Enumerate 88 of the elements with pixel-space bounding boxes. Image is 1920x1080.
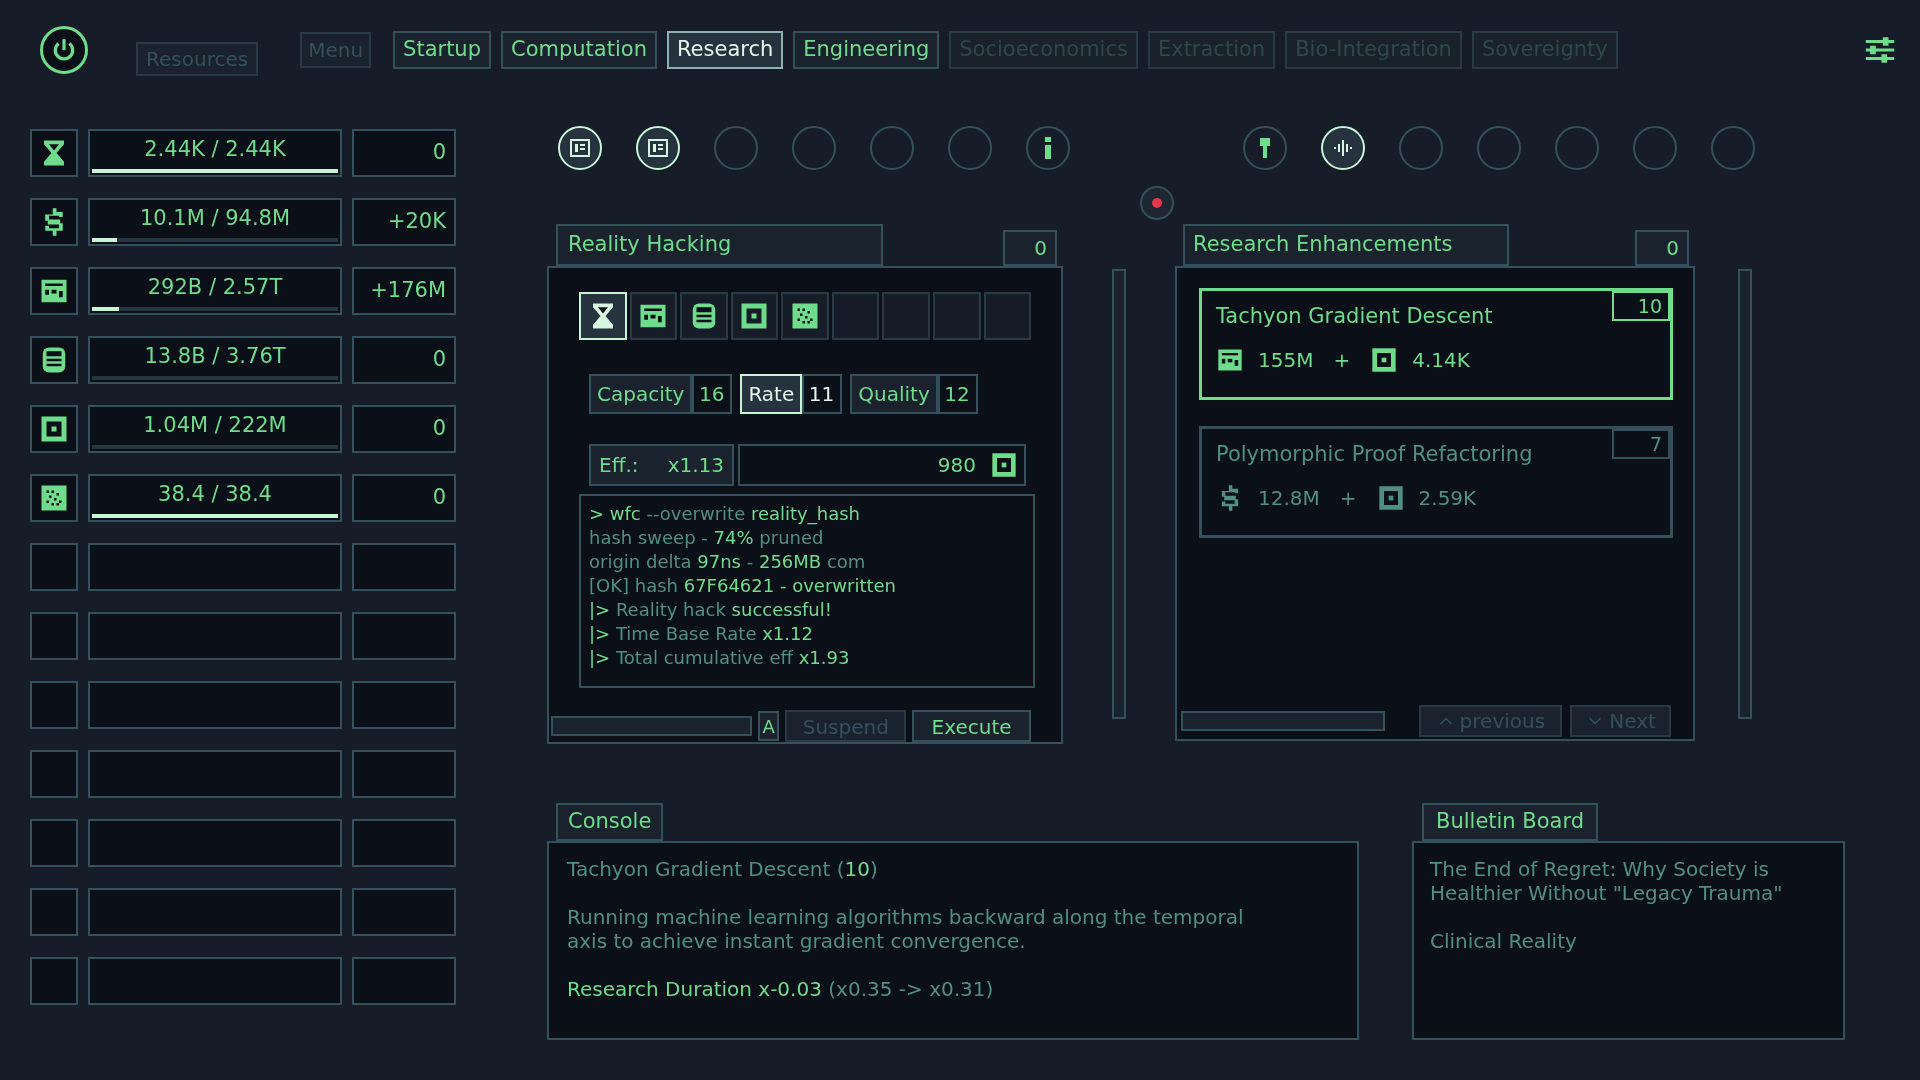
icon-tile [30,819,78,867]
stat-value: 11 [802,374,843,414]
amount-value: 980 [937,452,976,479]
research-node[interactable] [792,126,836,170]
stat-value: 12 [937,374,978,414]
research-node[interactable] [1243,126,1287,170]
resource-amount: 292B / 2.57T [146,274,284,302]
stat-tab[interactable]: Quality [850,374,938,414]
panel-title: Reality Hacking [556,224,883,266]
nav-tab[interactable]: Startup [393,31,491,69]
resource-slot[interactable] [781,292,829,340]
stat-tab[interactable]: Capacity [589,374,693,414]
log-line: |> Total cumulative eff x1.93 [589,646,851,670]
settings-sliders-icon [1863,35,1897,65]
resource-amount: 38.4 / 38.4 [157,481,273,509]
cost-amount: 2.59K [1418,484,1477,512]
log-line: [OK] hash 67F64621 - overwritten [589,574,897,598]
resource-amount: 2.44K / 2.44K [143,136,287,164]
resource-slot[interactable] [629,292,678,340]
research-node[interactable] [1555,126,1599,170]
cost-amount: 155M [1258,346,1314,374]
plus-sign: + [1339,484,1357,512]
level-badge: 7 [1612,429,1670,459]
research-node[interactable] [1633,126,1677,170]
rate-value: +20K [387,208,446,236]
rate-value: 0 [432,346,446,374]
research-card[interactable]: Tachyon Gradient Descent 10 155M + 4.14K [1199,288,1673,400]
console-effect: Research Duration x-0.03 (x0.35 -> x0.31) [567,977,995,1001]
research-node[interactable] [948,126,992,170]
panel-title: Bulletin Board [1422,803,1599,841]
research-node[interactable] [1477,126,1521,170]
research-card[interactable]: Polymorphic Proof Refactoring 7 12.8M + 2.59K [1199,426,1673,538]
efficiency-value: x1.13 [667,452,724,479]
nav-tab[interactable]: Research [666,31,784,69]
rate-value: 0 [432,139,446,167]
stat-value: 16 [692,374,733,414]
auto-button[interactable]: A [758,711,780,741]
cost-amount: 12.8M [1258,484,1320,512]
log-line: hash sweep - 74% pruned [589,526,825,550]
grid-icon [646,136,670,160]
panel-title: Research Enhancements [1183,224,1509,266]
dotted-grid-icon [39,483,69,513]
dotted-grid-icon [790,301,821,331]
rate-value: +176M [370,277,446,305]
icon-tile [30,888,78,936]
icon-tile [30,543,78,591]
icon-tile [30,750,78,798]
info-icon [1045,137,1051,159]
resource-slot[interactable] [730,292,779,340]
grid-icon [568,136,592,160]
resource-amount: 10.1M / 94.8M [138,205,292,233]
console-heading: Tachyon Gradient Descent (10) [567,857,879,881]
pin-icon [1260,138,1270,158]
resource-amount: 13.8B / 3.76T [143,343,287,371]
power-button[interactable] [40,26,88,74]
count-box: 0 [1635,230,1689,266]
cost-amount: 4.14K [1412,346,1470,374]
research-name: Tachyon Gradient Descent [1216,303,1493,330]
power-icon [51,37,77,63]
research-node[interactable] [870,126,914,170]
execute-button[interactable]: Execute [912,710,1031,742]
efficiency-label: Eff.: [599,452,639,479]
resource-slot[interactable] [680,292,728,340]
icon-tile [30,612,78,660]
bulletin-headline: The End of Regret: Why Society is Healthier Without "Legacy Trauma" [1430,857,1784,905]
nav-tab[interactable]: Engineering [793,31,940,69]
level-badge: 10 [1612,291,1670,321]
resource-amount: 1.04M / 222M [142,412,288,440]
icon-tile [30,957,78,1005]
stat-tab[interactable]: Rate [740,374,803,414]
log-line: |> Reality hack successful! [589,598,833,622]
research-node[interactable] [1711,126,1755,170]
panel-title: Console [556,803,664,841]
rate-value: 0 [432,415,446,443]
icon-tile [30,681,78,729]
research-name: Polymorphic Proof Refactoring [1216,441,1533,468]
research-node[interactable] [714,126,758,170]
console-description: Running machine learning algorithms backward along the temporal axis to achieve instant gradient convergence. [567,905,1245,953]
count-box: 0 [1003,230,1057,266]
research-node[interactable] [1026,126,1070,170]
rate-value: 0 [432,484,446,512]
research-node[interactable] [1399,126,1443,170]
log-line: origin delta 97ns - 256MB com [589,550,867,574]
bulletin-source: Clinical Reality [1430,929,1578,953]
log-line: > wfc --overwrite reality_hash [589,502,861,526]
log-line: |> Time Base Rate x1.12 [589,622,814,646]
plus-sign: + [1333,346,1351,374]
nav-tab[interactable]: Computation [501,31,657,69]
